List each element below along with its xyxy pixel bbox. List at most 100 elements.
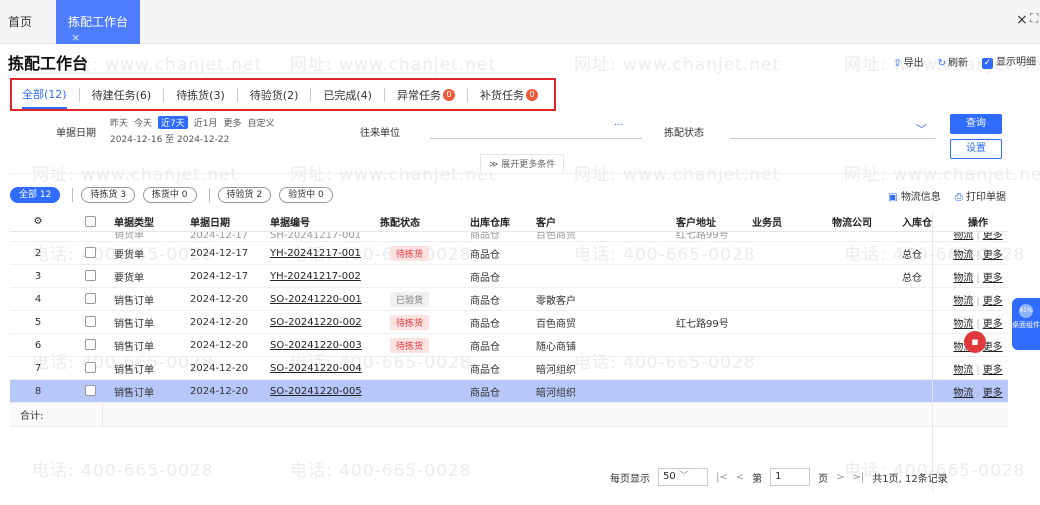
task-tab-label: 待验货(2) bbox=[249, 88, 299, 102]
pill-inspecting[interactable]: 验货中 0 bbox=[279, 187, 333, 203]
task-tab-to-inspect[interactable]: 待验货(2) bbox=[250, 80, 299, 109]
column-header[interactable]: 入库仓 bbox=[902, 214, 948, 229]
partner-picker-icon[interactable]: ··· bbox=[614, 120, 624, 131]
cell-doc-no[interactable]: SO-20241220-003 bbox=[270, 340, 380, 351]
logistics-link[interactable]: 物流 bbox=[953, 250, 973, 261]
query-button[interactable]: 查询 bbox=[950, 114, 1002, 134]
pill-to-inspect[interactable]: 待验货 2 bbox=[217, 187, 272, 203]
table-row[interactable]: 5 销售订单 2024-12-20 SO-20241220-002 待拣货 商品仓 百色商贸… bbox=[10, 311, 1008, 334]
select-all-checkbox[interactable] bbox=[66, 215, 114, 228]
print-label: 打印单据 bbox=[966, 192, 1006, 203]
settings-button[interactable]: 设置 bbox=[950, 139, 1002, 159]
task-tab-replenish[interactable]: 补货任务 0 bbox=[480, 80, 538, 109]
more-link[interactable]: 更多 bbox=[983, 388, 1003, 399]
desktop-widget-tab[interactable]: 41% 桌面组件 bbox=[1012, 298, 1040, 350]
fullscreen-icon[interactable]: ⛶ bbox=[1030, 11, 1038, 26]
pill-picking[interactable]: 拣货中 0 bbox=[142, 187, 197, 203]
floating-action-icon[interactable]: ▪ bbox=[964, 331, 986, 353]
column-header[interactable]: 拣配状态 bbox=[380, 214, 470, 229]
more-link[interactable]: 更多 bbox=[983, 250, 1003, 261]
logistics-link[interactable]: 物流 bbox=[953, 319, 973, 330]
print-button[interactable]: ⎙ 打印单据 bbox=[955, 188, 1006, 203]
row-checkbox[interactable] bbox=[66, 385, 114, 397]
status-select[interactable] bbox=[730, 138, 935, 139]
logistics-link[interactable]: 物流 bbox=[953, 365, 973, 376]
close-icon[interactable]: × bbox=[1016, 12, 1028, 28]
cell-date: 2024-12-17 bbox=[190, 247, 249, 259]
quick-yesterday[interactable]: 昨天 bbox=[110, 116, 128, 129]
cell-doc-no[interactable]: SO-20241220-004 bbox=[270, 363, 380, 374]
row-checkbox[interactable] bbox=[66, 362, 114, 374]
row-checkbox[interactable] bbox=[66, 247, 114, 259]
table-row[interactable]: 销货单 2024-12-17 SH-20241217-001 商品仓 百色商贸 … bbox=[10, 232, 1008, 242]
tab-home[interactable]: 首页 bbox=[8, 13, 32, 30]
cell-doc-no[interactable]: SO-20241220-005 bbox=[270, 386, 380, 397]
first-page-icon[interactable]: |< bbox=[716, 472, 728, 483]
pill-all[interactable]: 全部 12 bbox=[10, 187, 61, 203]
column-header[interactable]: 业务员 bbox=[752, 214, 832, 229]
next-page-icon[interactable]: > bbox=[836, 472, 844, 483]
quick-more[interactable]: 更多 bbox=[224, 116, 242, 129]
column-settings-icon[interactable]: ⚙ bbox=[10, 216, 66, 227]
cell-doc-no[interactable]: SO-20241220-002 bbox=[270, 317, 380, 328]
date-range-value[interactable]: 2024-12-16 至 2024-12-22 bbox=[110, 132, 229, 145]
row-checkbox[interactable] bbox=[66, 270, 114, 282]
table-row[interactable]: 6 销售订单 2024-12-20 SO-20241220-003 待拣货 商品仓 随心商铺… bbox=[10, 334, 1008, 357]
cell-doc-no[interactable]: SH-20241217-001 bbox=[270, 232, 380, 241]
divider bbox=[310, 87, 312, 102]
quick-last-month[interactable]: 近1月 bbox=[194, 116, 218, 129]
cell-doc-no[interactable]: YH-20241217-002 bbox=[270, 271, 380, 282]
task-tab-completed[interactable]: 已完成(4) bbox=[323, 80, 372, 109]
quick-custom[interactable]: 自定义 bbox=[248, 116, 275, 129]
prev-page-icon[interactable]: < bbox=[736, 472, 744, 483]
logistics-link[interactable]: 物流 bbox=[953, 296, 973, 307]
logistics-info-button[interactable]: ▣ 物流信息 bbox=[888, 188, 941, 203]
table-row[interactable]: 2 要货单 2024-12-17 YH-20241217-001 待拣货 商品仓 总仓 物流 |… bbox=[10, 242, 1008, 265]
cell-status: 待拣货 bbox=[380, 245, 470, 261]
watermark-site: 网址: www.chanjet.net bbox=[574, 55, 781, 75]
task-tab-exception[interactable]: 异常任务 0 bbox=[397, 80, 455, 109]
task-tab-all[interactable]: 全部(12) bbox=[22, 80, 67, 109]
row-checkbox[interactable] bbox=[66, 316, 114, 328]
more-link[interactable]: 更多 bbox=[983, 232, 1003, 241]
column-header[interactable]: 物流公司 bbox=[832, 214, 902, 229]
quick-today[interactable]: 今天 bbox=[134, 116, 152, 129]
more-link[interactable]: 更多 bbox=[983, 319, 1003, 330]
row-checkbox[interactable] bbox=[66, 293, 114, 305]
column-header[interactable]: 客户地址 bbox=[676, 214, 752, 229]
column-header[interactable]: 单据日期 bbox=[190, 214, 270, 229]
column-header[interactable]: 单据类型 bbox=[114, 214, 190, 229]
export-button[interactable]: ⇪ 导出 bbox=[893, 54, 923, 69]
more-link[interactable]: 更多 bbox=[983, 296, 1003, 307]
row-checkbox[interactable] bbox=[66, 339, 114, 351]
last-page-icon[interactable]: >| bbox=[853, 472, 865, 483]
more-link[interactable]: 更多 bbox=[983, 365, 1003, 376]
cell-type: 销售订单 bbox=[114, 318, 154, 330]
partner-input[interactable] bbox=[430, 138, 642, 139]
column-header[interactable]: 出库仓库 bbox=[470, 214, 536, 229]
logistics-link[interactable]: 物流 bbox=[953, 232, 973, 241]
tab-picking-workbench[interactable]: 拣配工作台 × bbox=[56, 0, 140, 44]
table-row[interactable]: 7 销售订单 2024-12-20 SO-20241220-004 商品仓 暗河组织 物流 |… bbox=[10, 357, 1008, 380]
table-row[interactable]: 3 要货单 2024-12-17 YH-20241217-002 商品仓 总仓 物流 | 更多 bbox=[10, 265, 1008, 288]
pill-to-pick[interactable]: 待拣货 3 bbox=[81, 187, 135, 203]
cell-doc-no[interactable]: SO-20241220-001 bbox=[270, 294, 380, 305]
expand-more-conditions[interactable]: ≫ 展开更多条件 bbox=[480, 154, 565, 172]
tab-close-icon[interactable]: × bbox=[71, 31, 80, 44]
quick-last-7-days[interactable]: 近7天 bbox=[158, 116, 188, 129]
logistics-link[interactable]: 物流 bbox=[953, 273, 973, 284]
chevron-down-icon[interactable]: ﹀ bbox=[916, 121, 927, 137]
refresh-button[interactable]: ↻ 刷新 bbox=[938, 54, 968, 69]
column-header[interactable]: 客户 bbox=[536, 214, 676, 229]
table-row[interactable]: 4 销售订单 2024-12-20 SO-20241220-001 已验货 商品仓 零散客户… bbox=[10, 288, 1008, 311]
table-row[interactable]: 8 销售订单 2024-12-20 SO-20241220-005 商品仓 暗河组织 物流 |… bbox=[10, 380, 1008, 403]
cell-doc-no[interactable]: YH-20241217-001 bbox=[270, 248, 380, 259]
show-detail-toggle[interactable]: ✓ 显示明细 bbox=[982, 53, 1036, 69]
per-page-select[interactable]: 50 ﹀ bbox=[658, 468, 708, 486]
logistics-link[interactable]: 物流 bbox=[953, 388, 973, 399]
page-input[interactable]: 1 bbox=[770, 468, 811, 486]
column-header[interactable]: 单据编号 bbox=[270, 214, 380, 229]
task-tab-to-pick[interactable]: 待拣货(3) bbox=[176, 80, 225, 109]
more-link[interactable]: 更多 bbox=[983, 273, 1003, 284]
task-tab-to-create[interactable]: 待建任务(6) bbox=[92, 80, 152, 109]
